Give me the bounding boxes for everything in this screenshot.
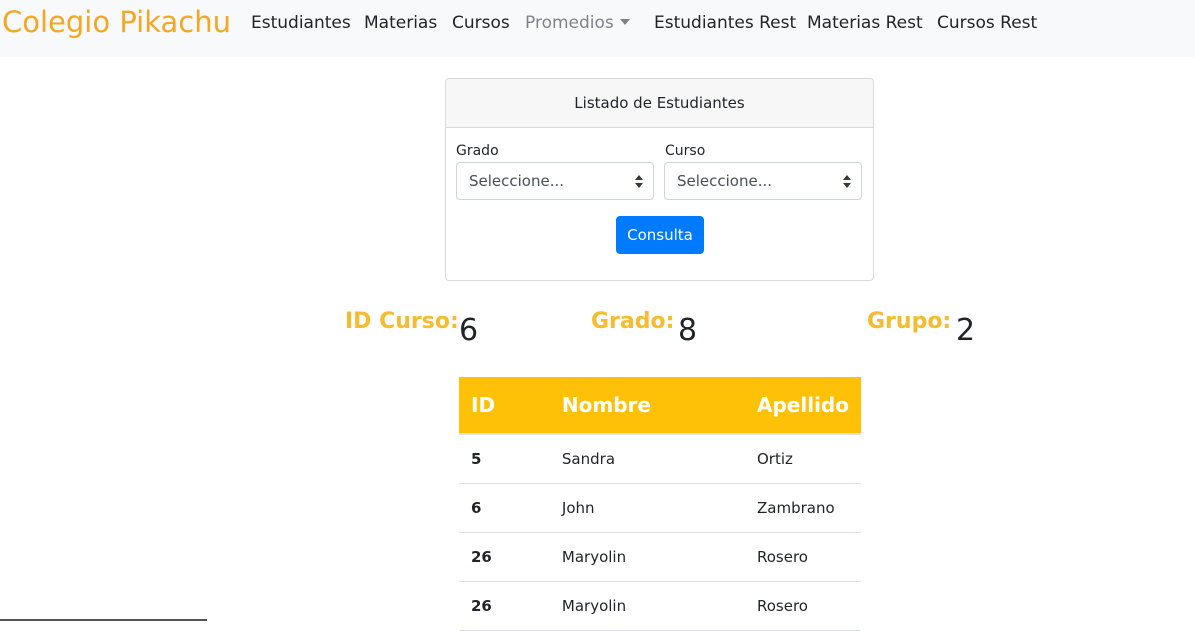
nav-promedios-dropdown[interactable]: Promedios bbox=[525, 11, 630, 35]
curso-select-value: Seleccione... bbox=[677, 172, 773, 190]
grado-info-label: Grado: bbox=[591, 309, 675, 334]
grado-select[interactable]: Seleccione... bbox=[456, 162, 654, 200]
nav-cursos-rest[interactable]: Cursos Rest bbox=[937, 11, 1037, 35]
cell-id: 26 bbox=[459, 581, 550, 631]
header-nombre: Nombre bbox=[549, 377, 745, 435]
grupo-value: 2 bbox=[956, 313, 976, 348]
nav-estudiantes[interactable]: Estudiantes bbox=[251, 11, 351, 35]
cell-nombre: Maryolin bbox=[549, 532, 745, 582]
nav-materias-rest[interactable]: Materias Rest bbox=[807, 11, 923, 35]
cell-apellido: Zambrano bbox=[745, 483, 861, 533]
table-row: 5 Sandra Ortiz bbox=[459, 434, 861, 484]
id-curso-value: 6 bbox=[459, 313, 479, 348]
student-list-card: Listado de Estudiantes Grado Seleccione.… bbox=[445, 78, 874, 281]
grado-select-value: Seleccione... bbox=[469, 172, 565, 190]
grupo-label: Grupo: bbox=[867, 309, 952, 334]
cell-id: 5 bbox=[459, 434, 550, 484]
table-row: 26 Maryolin Rosero bbox=[459, 532, 861, 582]
curso-label: Curso bbox=[665, 143, 706, 159]
nav-materias[interactable]: Materias bbox=[364, 11, 437, 35]
table-header-row: ID Nombre Apellido bbox=[459, 377, 861, 435]
cell-nombre: Maryolin bbox=[549, 581, 745, 631]
cell-apellido: Rosero bbox=[745, 532, 861, 582]
cell-nombre: Sandra bbox=[549, 434, 745, 484]
caret-down-icon bbox=[619, 19, 630, 25]
select-arrows-icon bbox=[843, 175, 851, 188]
curso-select[interactable]: Seleccione... bbox=[664, 162, 862, 200]
nav-promedios-label: Promedios bbox=[525, 13, 614, 33]
cell-apellido: Ortiz bbox=[745, 434, 861, 484]
nav-cursos[interactable]: Cursos bbox=[452, 11, 510, 35]
nav-estudiantes-rest[interactable]: Estudiantes Rest bbox=[654, 11, 796, 35]
cell-id: 26 bbox=[459, 532, 550, 582]
cell-apellido: Rosero bbox=[745, 581, 861, 631]
header-apellido: Apellido bbox=[745, 377, 861, 435]
select-arrows-icon bbox=[635, 175, 643, 188]
consulta-button[interactable]: Consulta bbox=[616, 216, 704, 254]
cell-id: 6 bbox=[459, 483, 550, 533]
students-table: ID Nombre Apellido 5 Sandra Ortiz 6 John… bbox=[459, 377, 861, 631]
navbar: Colegio Pikachu Estudiantes Materias Cur… bbox=[0, 0, 1195, 57]
card-title: Listado de Estudiantes bbox=[446, 79, 873, 128]
brand-link[interactable]: Colegio Pikachu bbox=[2, 4, 231, 40]
table-row: 26 Maryolin Rosero bbox=[459, 581, 861, 631]
header-id: ID bbox=[459, 377, 550, 435]
grado-label: Grado bbox=[456, 143, 499, 159]
id-curso-label: ID Curso: bbox=[345, 309, 459, 334]
grado-info-value: 8 bbox=[678, 313, 698, 348]
table-row: 6 John Zambrano bbox=[459, 483, 861, 533]
cell-nombre: John bbox=[549, 483, 745, 533]
